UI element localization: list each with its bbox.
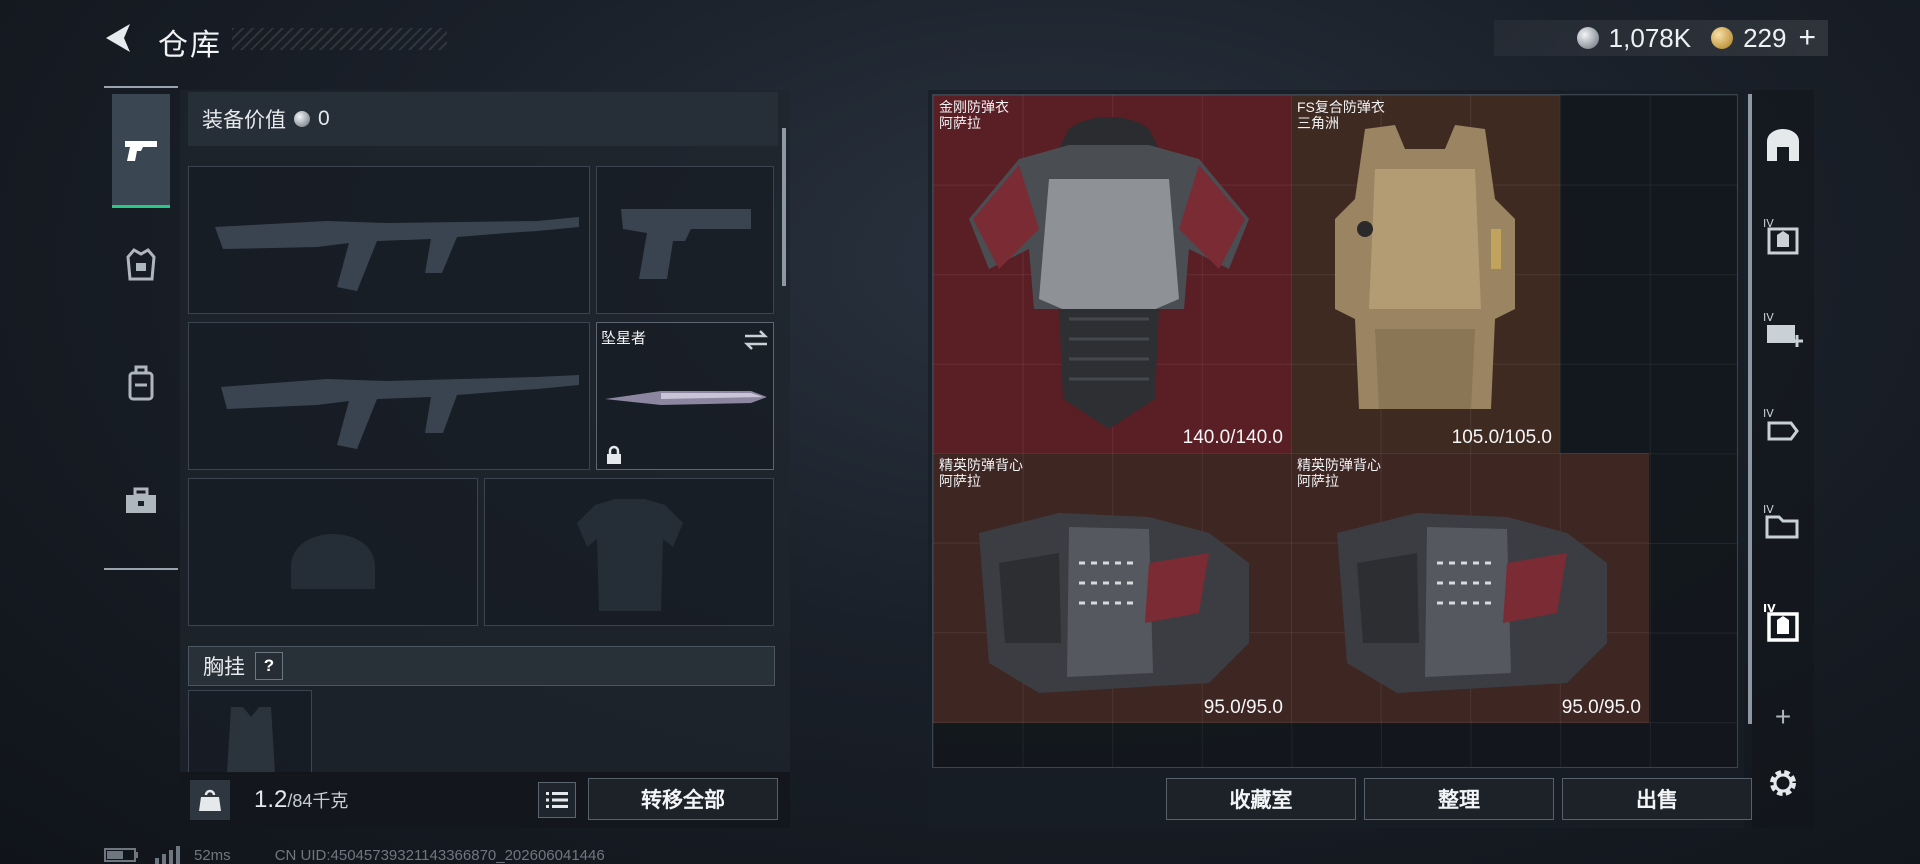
transfer-all-button[interactable]: 转移全部	[588, 778, 778, 820]
filter-misc-button[interactable]: IV	[1756, 494, 1810, 548]
filter-all-button[interactable]	[1756, 118, 1810, 172]
gold-balance: 229	[1743, 22, 1787, 53]
back-button[interactable]	[100, 18, 140, 58]
armor-image-icon	[969, 117, 1249, 429]
swap-icon[interactable]	[743, 329, 769, 351]
secondary-weapon-slot[interactable]	[188, 322, 590, 470]
helmet-slot[interactable]	[188, 478, 478, 626]
body-armor-slot[interactable]	[484, 478, 774, 626]
stash-item[interactable]: 精英防弹背心 阿萨拉 95.0/95.0	[1291, 453, 1649, 723]
equip-value-label: 装备价值	[202, 109, 286, 132]
chest-rig-label: 胸挂	[203, 656, 245, 679]
vest-image-icon	[1337, 513, 1607, 693]
rifle-silhouette-icon	[215, 217, 579, 291]
silver-coin-icon	[1576, 27, 1599, 49]
toolbox-icon	[126, 487, 156, 513]
svg-text:IV: IV	[1763, 407, 1774, 420]
title-decoration	[232, 28, 447, 50]
currency-bar: 1,078K 229 +	[1494, 20, 1828, 56]
sort-button[interactable]: 整理	[1364, 778, 1554, 820]
category-tools-button[interactable]	[112, 444, 170, 558]
ping-text: 52ms	[194, 846, 231, 864]
item-name: 精英防弹背心	[939, 457, 1023, 473]
weight-display: 1.2/84千克	[254, 786, 348, 814]
kettlebell-icon	[199, 789, 221, 811]
rail-divider	[104, 568, 178, 570]
page-title: 仓库	[158, 29, 222, 62]
chest-rig-slot[interactable]	[188, 690, 312, 776]
filter-iv-medical-icon: IV	[1763, 311, 1803, 347]
backpack-icon	[128, 365, 154, 401]
item-durability: 95.0/95.0	[1561, 697, 1641, 718]
melee-slot[interactable]: 坠星者	[596, 322, 774, 470]
status-bar: 52ms CN UID:450457393211433668​70_202606…	[104, 846, 605, 864]
item-name: 精英防弹背心	[1297, 457, 1381, 473]
list-view-button[interactable]	[538, 782, 576, 818]
stash-item[interactable]: 精英防弹背心 阿萨拉 95.0/95.0	[933, 453, 1291, 723]
item-sub: 阿萨拉	[1297, 473, 1339, 489]
filter-iv-armor-icon: IV	[1763, 217, 1799, 255]
home-icon	[1767, 129, 1799, 161]
uid-text: CN UID:450457393211433668​70_20260604144…	[274, 846, 605, 864]
armor-icon	[126, 248, 156, 281]
rail-divider	[104, 86, 178, 88]
settings-button[interactable]	[1756, 756, 1810, 810]
equip-value-bar: 装备价值 0	[188, 92, 778, 146]
pistol-silhouette-icon	[621, 209, 751, 279]
help-button[interactable]: ?	[255, 652, 283, 680]
melee-name: 坠星者	[601, 330, 647, 347]
filter-iv-ammo-icon: IV	[1763, 407, 1799, 441]
battery-icon	[104, 848, 138, 862]
item-name-block: 精英防弹背心 阿萨拉	[939, 457, 1023, 489]
silver-coin-icon	[294, 111, 310, 127]
knife-icon	[605, 391, 767, 405]
stash-item[interactable]: FS复合防弹衣 三角洲 105.0/105.0	[1291, 95, 1560, 453]
pistol-icon	[125, 140, 157, 161]
lock-icon	[607, 445, 621, 464]
armor-silhouette-icon	[577, 499, 683, 611]
category-backpack-button[interactable]	[112, 326, 170, 440]
silver-balance: 1,078K	[1608, 22, 1692, 53]
item-durability: 105.0/105.0	[1451, 427, 1552, 448]
weight-current: 1.2	[254, 786, 288, 813]
item-sub: 阿萨拉	[939, 473, 981, 489]
back-arrow-icon	[106, 24, 130, 52]
add-filter-button[interactable]: +	[1756, 690, 1810, 744]
chest-rig-silhouette-icon	[227, 707, 275, 773]
gold-coin-icon	[1711, 27, 1734, 49]
filter-iv-folder-icon: IV	[1763, 503, 1799, 539]
item-durability: 95.0/95.0	[1203, 697, 1283, 718]
chest-rig-header: 胸挂 ?	[188, 646, 775, 686]
item-name-block: 精英防弹背心 阿萨拉	[1297, 457, 1381, 489]
filter-medical-button[interactable]: IV	[1756, 302, 1810, 356]
category-weapons-button[interactable]	[112, 94, 170, 208]
list-icon	[546, 792, 568, 808]
equip-value: 0	[318, 107, 330, 130]
filter-iv-selected-icon: IV	[1763, 602, 1799, 642]
filter-ammo-button[interactable]: IV	[1756, 398, 1810, 452]
sell-button[interactable]: 出售	[1562, 778, 1752, 820]
svg-text:IV: IV	[1763, 311, 1774, 324]
armor-image-icon	[1335, 125, 1515, 409]
weight-icon	[190, 780, 230, 820]
gear-icon	[1770, 770, 1796, 796]
signal-icon	[155, 846, 180, 864]
loadout-scrollbar[interactable]	[782, 128, 786, 286]
rifle-silhouette-icon	[221, 375, 579, 449]
category-armor-button[interactable]	[112, 208, 170, 322]
category-rail	[104, 86, 178, 570]
primary-weapon-slot[interactable]	[188, 166, 590, 314]
sidearm-slot[interactable]	[596, 166, 774, 314]
filter-selected-button[interactable]: IV	[1756, 594, 1810, 648]
item-durability: 140.0/140.0	[1182, 427, 1283, 448]
collection-room-button[interactable]: 收藏室	[1166, 778, 1356, 820]
svg-text:IV: IV	[1763, 503, 1774, 516]
helmet-silhouette-icon	[291, 534, 375, 589]
filter-armor-button[interactable]: IV	[1756, 208, 1810, 262]
stash-item[interactable]: 金刚防弹衣 阿萨拉 140.0/140.0	[933, 95, 1291, 453]
weight-max: /84千克	[287, 791, 349, 811]
add-currency-button[interactable]: +	[1798, 21, 1816, 55]
vest-image-icon	[979, 513, 1249, 693]
